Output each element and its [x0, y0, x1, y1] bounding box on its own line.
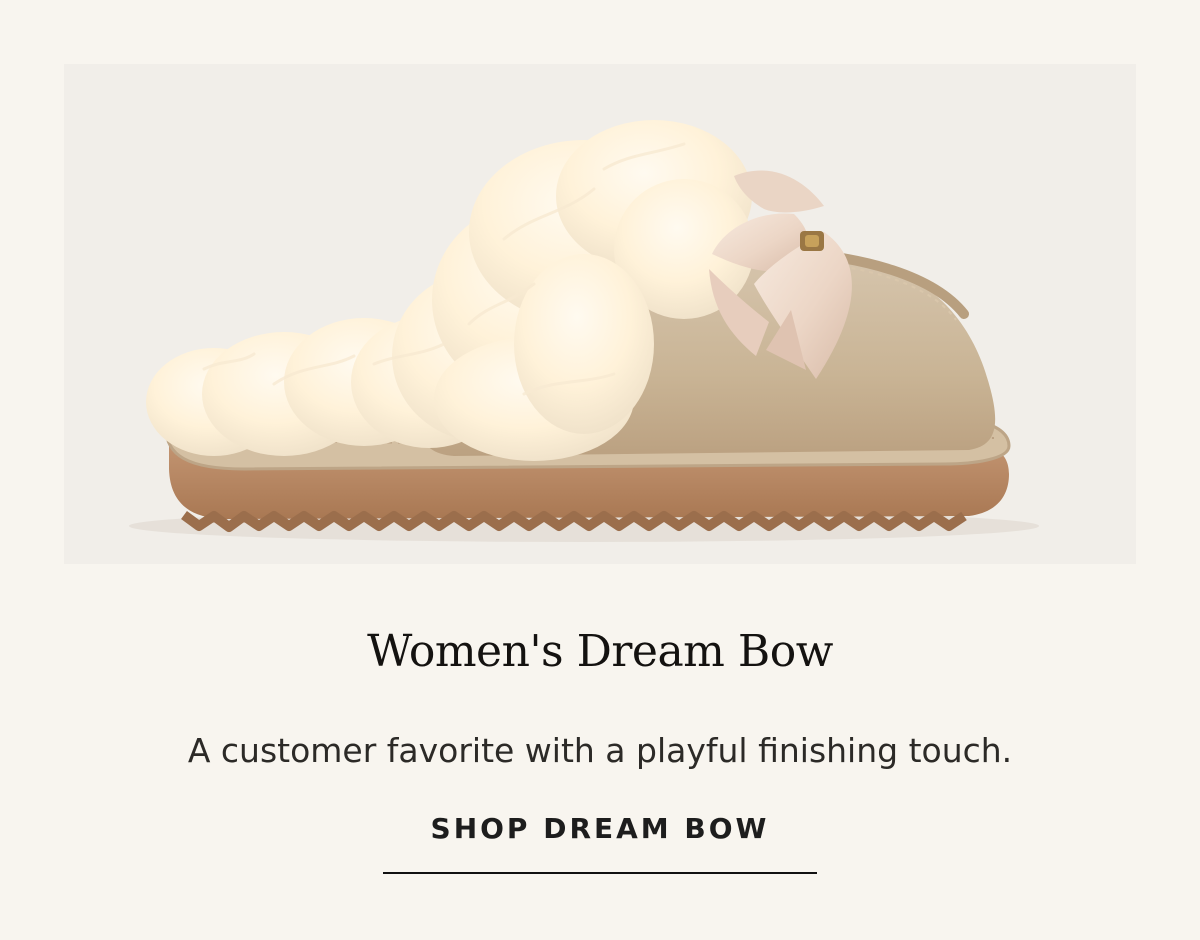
product-title: Women's Dream Bow — [367, 626, 833, 677]
product-image-panel[interactable] — [64, 64, 1136, 564]
dream-bow-slipper-image[interactable] — [64, 64, 1136, 564]
product-description: A customer favorite with a playful finis… — [187, 731, 1013, 770]
shop-dream-bow-link[interactable]: SHOP DREAM BOW — [383, 804, 817, 874]
